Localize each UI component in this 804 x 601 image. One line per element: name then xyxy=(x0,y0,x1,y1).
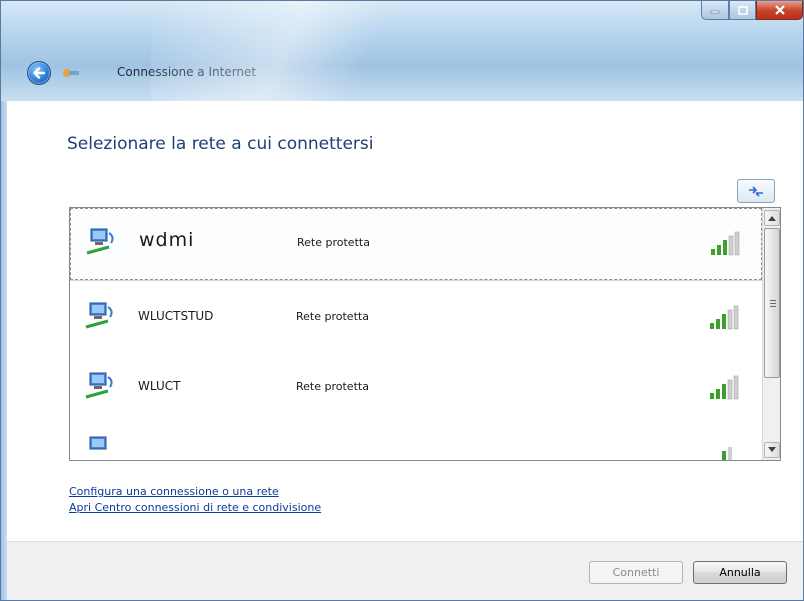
network-name: WLUCT xyxy=(138,379,181,393)
wireless-network-icon xyxy=(86,228,114,255)
signal-strength-icon xyxy=(711,231,740,256)
network-name: wdmi xyxy=(139,229,195,251)
wireless-network-icon xyxy=(89,436,107,450)
back-button[interactable] xyxy=(27,61,51,85)
connect-button[interactable]: Connetti xyxy=(589,561,683,584)
chevron-down-icon xyxy=(768,447,776,452)
wireless-network-icon xyxy=(85,372,113,399)
chevron-up-icon xyxy=(768,216,776,221)
signal-strength-icon xyxy=(710,305,739,330)
title-bar[interactable]: Connessione a Internet xyxy=(1,1,803,101)
window-controls xyxy=(701,1,803,21)
network-row[interactable] xyxy=(70,423,762,460)
network-center-link[interactable]: Apri Centro connessioni di rete e condiv… xyxy=(69,501,321,514)
wireless-network-icon xyxy=(85,302,113,329)
close-icon xyxy=(774,5,785,15)
close-button[interactable] xyxy=(756,1,803,20)
row-divider xyxy=(70,280,762,281)
back-arrow-icon xyxy=(33,67,46,79)
connection-window: Connessione a Internet Selezionare la re… xyxy=(0,0,804,601)
scroll-thumb[interactable] xyxy=(764,228,780,378)
window-title: Connessione a Internet xyxy=(117,65,257,79)
page-heading: Selezionare la rete a cui connettersi xyxy=(67,134,374,154)
network-connection-icon xyxy=(63,69,79,77)
minimize-icon xyxy=(710,10,720,14)
setup-connection-link[interactable]: Configura una connessione o una rete xyxy=(69,485,279,498)
signal-strength-icon xyxy=(710,375,739,400)
refresh-button[interactable] xyxy=(737,179,775,203)
network-name: WLUCTSTUD xyxy=(138,309,214,323)
list-scrollbar[interactable] xyxy=(762,208,780,460)
grip-icon xyxy=(770,300,776,307)
signal-strength-icon xyxy=(722,447,732,460)
scroll-up-button[interactable] xyxy=(764,210,780,226)
maximize-icon xyxy=(737,5,748,15)
network-list[interactable]: wdmi Rete protetta WLUCTSTUD Rete protet… xyxy=(69,207,781,461)
minimize-button[interactable] xyxy=(701,1,729,20)
network-status: Rete protetta xyxy=(296,310,369,323)
scroll-down-button[interactable] xyxy=(764,442,780,458)
network-status: Rete protetta xyxy=(296,380,369,393)
network-row[interactable]: WLUCTSTUD Rete protetta xyxy=(70,283,762,355)
network-row[interactable]: wdmi Rete protetta xyxy=(70,208,762,280)
button-bar xyxy=(7,541,803,600)
maximize-button[interactable] xyxy=(729,1,756,20)
cancel-button[interactable]: Annulla xyxy=(693,561,787,584)
refresh-icon xyxy=(749,186,763,197)
network-status: Rete protetta xyxy=(297,236,370,249)
network-row[interactable]: WLUCT Rete protetta xyxy=(70,353,762,425)
